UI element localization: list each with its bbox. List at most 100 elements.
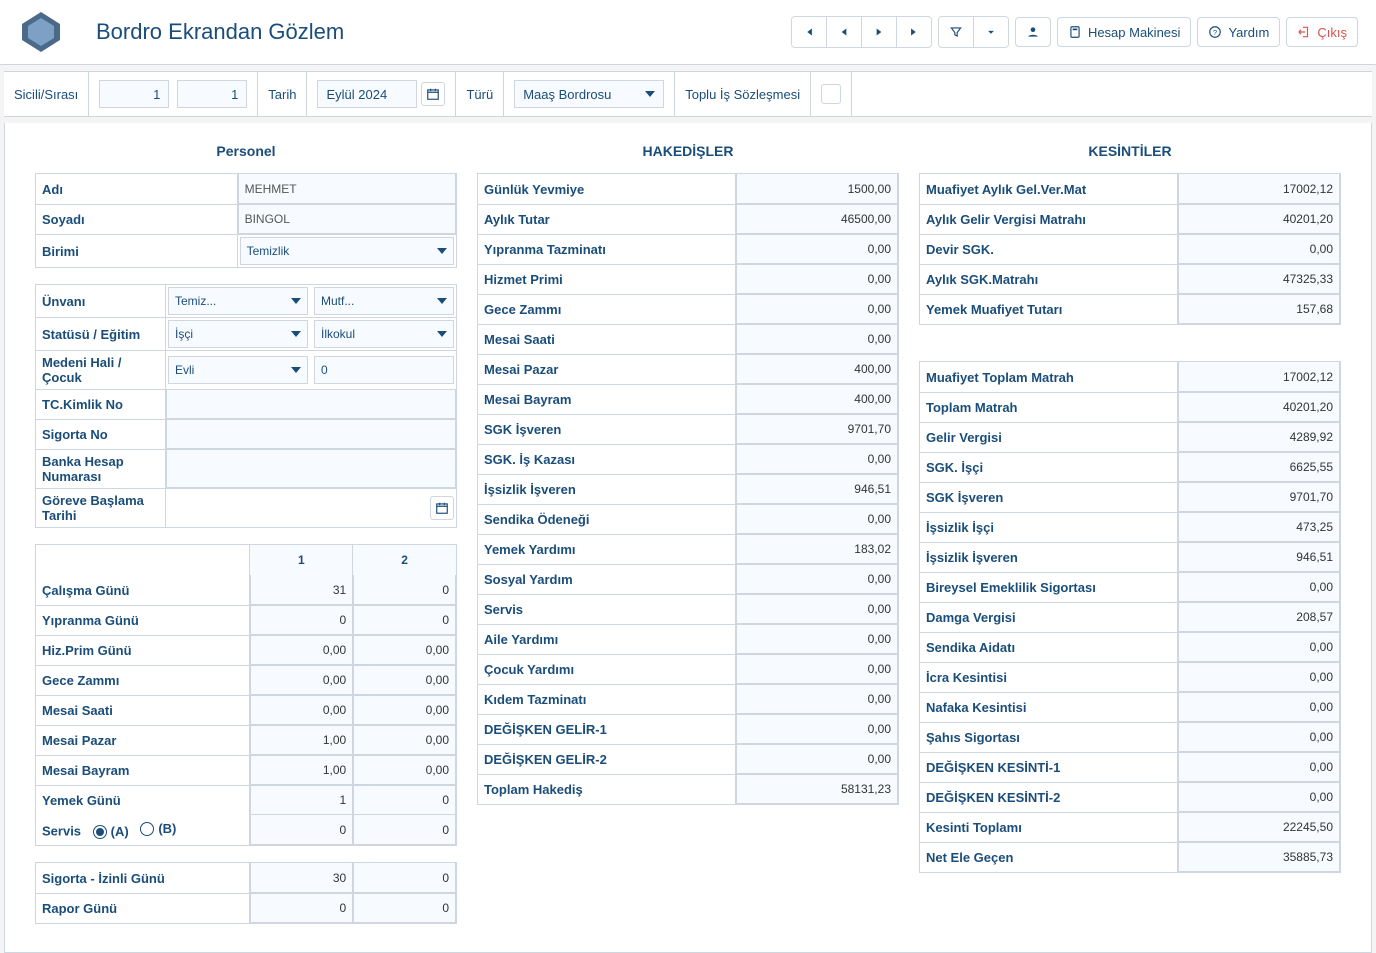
hak-row-value[interactable]: 58131,23 (736, 774, 898, 804)
prev-record-button[interactable] (827, 17, 862, 47)
kes-row-value[interactable]: 0,00 (1178, 662, 1340, 692)
hak-row-value[interactable]: 0,00 (736, 654, 898, 684)
hak-row-value[interactable]: 0,00 (736, 684, 898, 714)
filter-dropdown-button[interactable] (974, 17, 1008, 47)
kes-row-value[interactable]: 473,25 (1178, 512, 1340, 542)
kes-row-value[interactable]: 4289,92 (1178, 422, 1340, 452)
sicil-from-input[interactable] (99, 80, 169, 108)
kes-row-value[interactable]: 22245,50 (1178, 812, 1340, 842)
kes-row-value[interactable]: 0,00 (1178, 782, 1340, 812)
soyadi-value[interactable]: BINGOL (238, 204, 456, 234)
tarih-cal-button[interactable] (421, 82, 445, 106)
kes-row-value[interactable]: 0,00 (1178, 632, 1340, 662)
banka-value[interactable] (166, 449, 456, 488)
last-record-button[interactable] (897, 17, 931, 47)
kes-row-label: Yemek Muafiyet Tutarı (920, 294, 1178, 324)
help-button[interactable]: ? Yardım (1197, 17, 1280, 47)
hak-row-label: Sendika Ödeneği (478, 504, 736, 534)
cocuk-input[interactable]: 0 (314, 356, 454, 384)
hak-row-value[interactable]: 400,00 (736, 354, 898, 384)
unvani-select-1[interactable]: Temiz... (168, 287, 308, 315)
servis-radio-a[interactable]: (A) (93, 824, 129, 839)
sigorta-izin-v2[interactable]: 0 (353, 863, 456, 893)
person-button[interactable] (1015, 17, 1051, 47)
days-row-v1[interactable]: 0 (250, 605, 353, 635)
kes-row-value[interactable]: 17002,12 (1178, 174, 1340, 204)
tarih-input[interactable] (317, 80, 417, 108)
hak-row-value[interactable]: 183,02 (736, 534, 898, 564)
hak-row-value[interactable]: 0,00 (736, 324, 898, 354)
days-row-v2[interactable]: 0,00 (353, 725, 456, 755)
hak-row-value[interactable]: 400,00 (736, 384, 898, 414)
sigortano-value[interactable] (166, 419, 456, 449)
kes-row-value[interactable]: 17002,12 (1178, 362, 1340, 392)
turu-select[interactable]: Maaş Bordrosu (514, 80, 664, 108)
statu-select-1[interactable]: İşçi (168, 320, 308, 348)
statu-select-2[interactable]: İlkokul (314, 320, 454, 348)
medeni-select[interactable]: Evli (168, 356, 308, 384)
days-row-v2[interactable]: 0,00 (353, 755, 456, 785)
tis-checkbox[interactable] (821, 84, 841, 104)
kes-row-value[interactable]: 0,00 (1178, 234, 1340, 264)
days-row-v1[interactable]: 1,00 (250, 725, 353, 755)
hak-row-value[interactable]: 0,00 (736, 744, 898, 774)
exit-button[interactable]: Çıkış (1286, 17, 1358, 47)
hak-row-value[interactable]: 1500,00 (736, 174, 898, 204)
days-row-v1[interactable]: 1,00 (250, 755, 353, 785)
hak-row-value[interactable]: 946,51 (736, 474, 898, 504)
servis-row: Servis (A) (B) (36, 815, 250, 845)
gorev-cal-button[interactable] (430, 496, 454, 520)
kes-row-value[interactable]: 208,57 (1178, 602, 1340, 632)
days-row-v1[interactable]: 1 (250, 785, 353, 815)
kes-row-value[interactable]: 157,68 (1178, 294, 1340, 324)
days-row-v1[interactable]: 0,00 (250, 635, 353, 665)
hak-row-value[interactable]: 0,00 (736, 264, 898, 294)
hak-row-value[interactable]: 0,00 (736, 714, 898, 744)
hak-row-value[interactable]: 0,00 (736, 294, 898, 324)
hak-row-value[interactable]: 0,00 (736, 234, 898, 264)
kes-row-value[interactable]: 40201,20 (1178, 392, 1340, 422)
days-row-v2[interactable]: 0,00 (353, 695, 456, 725)
calculator-button[interactable]: Hesap Makinesi (1057, 17, 1192, 47)
kes-row-value[interactable]: 0,00 (1178, 572, 1340, 602)
kes-row-value[interactable]: 47325,33 (1178, 264, 1340, 294)
unvani-select-2[interactable]: Mutf... (314, 287, 454, 315)
days-row-v2[interactable]: 0,00 (353, 665, 456, 695)
days-row-v2[interactable]: 0 (353, 575, 456, 605)
first-record-button[interactable] (792, 17, 827, 47)
days-row-v2[interactable]: 0,00 (353, 635, 456, 665)
rapor-v2[interactable]: 0 (353, 893, 456, 923)
days-row-v1[interactable]: 31 (250, 575, 353, 605)
hak-row-value[interactable]: 0,00 (736, 594, 898, 624)
sigorta-izin-v1[interactable]: 30 (250, 863, 353, 893)
next-record-button[interactable] (862, 17, 897, 47)
kes-row-value[interactable]: 40201,20 (1178, 204, 1340, 234)
tc-value[interactable] (166, 389, 456, 419)
days-row-v1[interactable]: 0,00 (250, 665, 353, 695)
hak-row-value[interactable]: 0,00 (736, 504, 898, 534)
servis-radio-b[interactable]: (B) (140, 821, 176, 836)
kes-row-value[interactable]: 35885,73 (1178, 842, 1340, 872)
hak-row-value[interactable]: 0,00 (736, 624, 898, 654)
kes-row-value[interactable]: 0,00 (1178, 752, 1340, 782)
birimi-select[interactable]: Temizlik (240, 237, 454, 265)
hak-row-value[interactable]: 9701,70 (736, 414, 898, 444)
kes-row-value[interactable]: 9701,70 (1178, 482, 1340, 512)
hak-row-value[interactable]: 46500,00 (736, 204, 898, 234)
days-row-v2[interactable]: 0 (353, 785, 456, 815)
servis-v1[interactable]: 0 (250, 815, 353, 845)
medeni-label: Medeni Hali / Çocuk (36, 350, 166, 389)
hak-row-value[interactable]: 0,00 (736, 564, 898, 594)
adi-value[interactable]: MEHMET (238, 174, 456, 204)
kes-row-value[interactable]: 6625,55 (1178, 452, 1340, 482)
kes-row-value[interactable]: 946,51 (1178, 542, 1340, 572)
days-row-v2[interactable]: 0 (353, 605, 456, 635)
sicil-to-input[interactable] (177, 80, 247, 108)
kes-row-value[interactable]: 0,00 (1178, 692, 1340, 722)
kes-row-value[interactable]: 0,00 (1178, 722, 1340, 752)
hak-row-value[interactable]: 0,00 (736, 444, 898, 474)
servis-v2[interactable]: 0 (353, 815, 456, 845)
days-row-v1[interactable]: 0,00 (250, 695, 353, 725)
filter-button[interactable] (939, 17, 974, 47)
rapor-v1[interactable]: 0 (250, 893, 353, 923)
